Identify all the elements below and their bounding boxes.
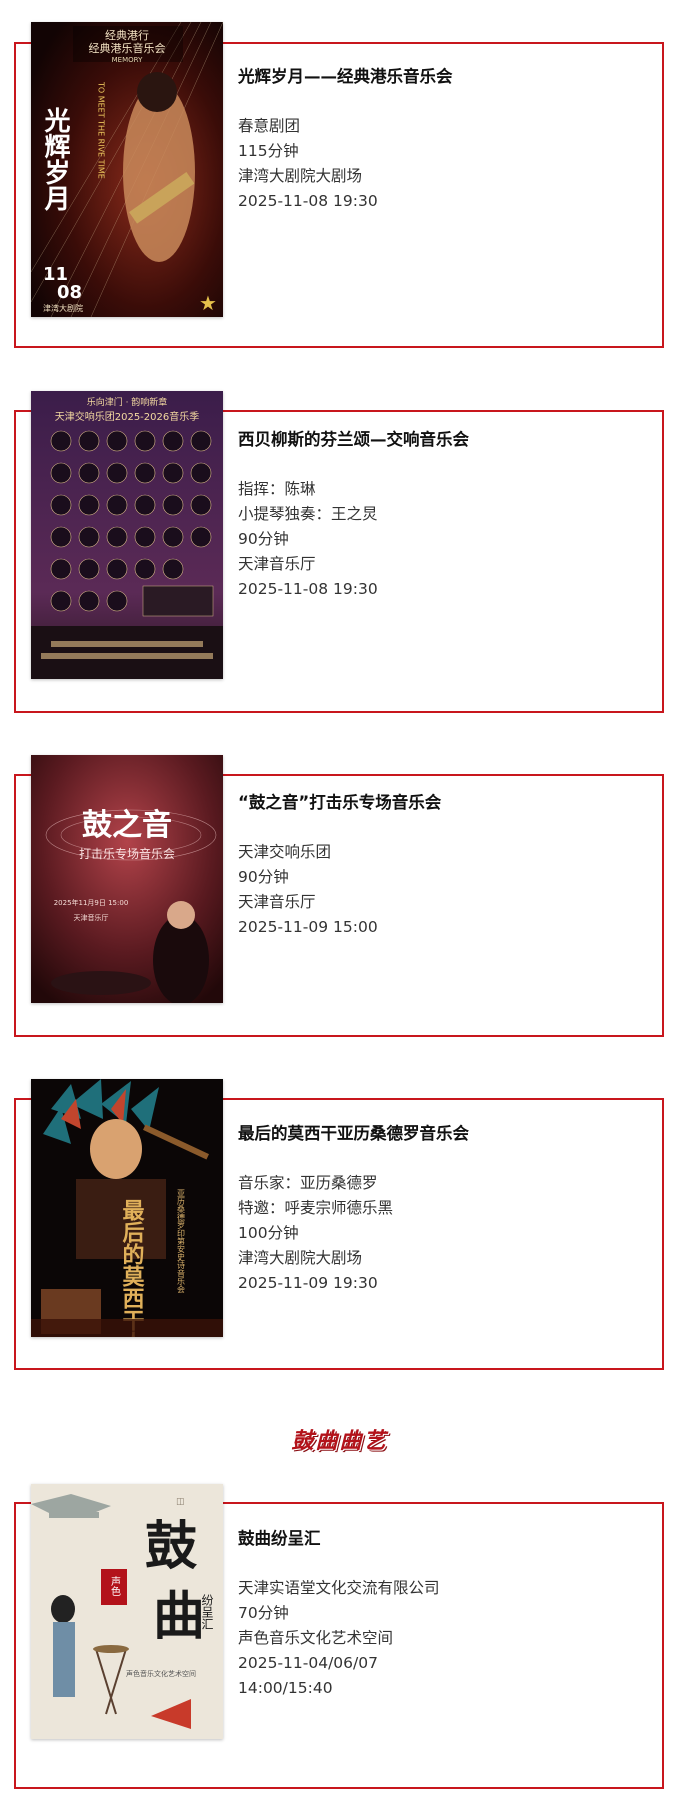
poster-main-text: 最后的莫西干人 [119, 1199, 145, 1337]
event-poster[interactable]: 鼓之音 打击乐专场音乐会 2025年11月9日 15:00 天津音乐厅 [31, 755, 223, 1003]
event-info: “鼓之音”打击乐专场音乐会 天津交响乐团 90分钟 天津音乐厅 2025-11-… [238, 792, 669, 940]
event-info: 光辉岁月——经典港乐音乐会 春意剧团 115分钟 津湾大剧院大剧场 2025-1… [238, 66, 669, 214]
event-detail: 115分钟 [238, 142, 299, 160]
poster-main-text: 光辉岁月 [40, 107, 71, 211]
poster-sub-text: MEMORY [112, 56, 143, 64]
poster-venue-text: 天津音乐厅 [74, 913, 109, 922]
event-detail: 音乐家：亚历桑德罗 [238, 1174, 378, 1192]
poster-top-text: 经典港行 [105, 28, 149, 42]
event-info: 鼓曲纷呈汇 天津实语堂文化交流有限公司 70分钟 声色音乐文化艺术空间 2025… [238, 1528, 669, 1701]
poster-header-text: 经典港乐音乐会 [89, 41, 166, 55]
event-detail: 天津音乐厅 [238, 893, 316, 911]
event-detail: 津湾大剧院大剧场 [238, 1249, 363, 1267]
event-detail: 特邀：呼麦宗师德乐黑 [238, 1199, 394, 1217]
event-title[interactable]: 最后的莫西干亚历桑德罗音乐会 [238, 1123, 669, 1145]
event-title[interactable]: 光辉岁月——经典港乐音乐会 [238, 66, 669, 88]
event-detail: 2025-11-08 19:30 [238, 580, 378, 598]
event-info: 最后的莫西干亚历桑德罗音乐会 音乐家：亚历桑德罗 特邀：呼麦宗师德乐黑 100分… [238, 1123, 669, 1296]
event-poster[interactable]: 乐向津门 · 韵响新章 天津交响乐团2025-2026音乐季 [31, 391, 223, 679]
poster-venue-text: 津湾大剧院 [43, 303, 83, 313]
poster-seal-text: 声色 [109, 1575, 121, 1596]
event-detail: 90分钟 [238, 530, 289, 548]
poster-venue-text: 声色音乐文化艺术空间 [126, 1669, 196, 1678]
event-detail: 声色音乐文化艺术空间 [238, 1629, 394, 1647]
poster-side-text: 纷呈汇 [200, 1594, 214, 1630]
event-info: 西贝柳斯的芬兰颂—交响音乐会 指挥：陈琳 小提琴独奏：王之炅 90分钟 天津音乐… [238, 429, 669, 602]
event-poster[interactable]: ◫ 鼓 曲 声色 纷呈汇 声色音乐文化艺术空间 [31, 1484, 223, 1739]
event-detail: 2025-11-04/06/07 [238, 1654, 378, 1672]
event-detail: 天津交响乐团 [238, 843, 332, 861]
poster-main-text: 天津交响乐团2025-2026音乐季 [55, 410, 200, 423]
poster-main-text-1: 鼓 [145, 1517, 198, 1577]
corner-seal-icon: ◫ [176, 1497, 185, 1507]
poster-sub-text: 打击乐专场音乐会 [79, 846, 175, 861]
poster-side-text: TO MEET THE RIVE TIME [97, 81, 106, 179]
poster-top-text: 乐向津门 · 韵响新章 [87, 396, 168, 408]
event-detail: 天津音乐厅 [238, 555, 316, 573]
event-title[interactable]: 西贝柳斯的芬兰颂—交响音乐会 [238, 429, 669, 451]
event-detail: 小提琴独奏：王之炅 [238, 505, 378, 523]
poster-sub-text: 亚历桑德罗印第安史诗音乐会 [177, 1189, 186, 1294]
star-icon: ★ [199, 291, 217, 315]
event-detail: 90分钟 [238, 868, 289, 886]
event-detail: 2025-11-09 15:00 [238, 918, 378, 936]
event-detail: 70分钟 [238, 1604, 289, 1622]
section-heading: 鼓曲曲艺 [291, 1429, 388, 1454]
event-detail: 2025-11-09 19:30 [238, 1274, 378, 1292]
event-title[interactable]: 鼓曲纷呈汇 [238, 1528, 669, 1550]
event-detail: 14:00/15:40 [238, 1679, 333, 1697]
event-detail: 指挥：陈琳 [238, 480, 316, 498]
event-detail: 春意剧团 [238, 117, 301, 135]
poster-main-text: 鼓之音 [82, 808, 172, 843]
event-title[interactable]: “鼓之音”打击乐专场音乐会 [238, 792, 669, 814]
event-poster[interactable]: 最后的莫西干人 亚历桑德罗印第安史诗音乐会 [31, 1079, 223, 1337]
event-detail: 2025-11-08 19:30 [238, 192, 378, 210]
event-detail: 津湾大剧院大剧场 [238, 167, 363, 185]
event-poster[interactable]: 经典港行 经典港乐音乐会 MEMORY 光辉岁月 TO MEET THE RIV… [31, 22, 223, 317]
event-detail: 天津实语堂文化交流有限公司 [238, 1579, 440, 1597]
event-detail: 100分钟 [238, 1224, 299, 1242]
poster-main-text-2: 曲 [153, 1587, 205, 1647]
poster-date-text: 2025年11月9日 15:00 [54, 898, 129, 907]
poster-date-bottom: 08 [57, 282, 82, 303]
